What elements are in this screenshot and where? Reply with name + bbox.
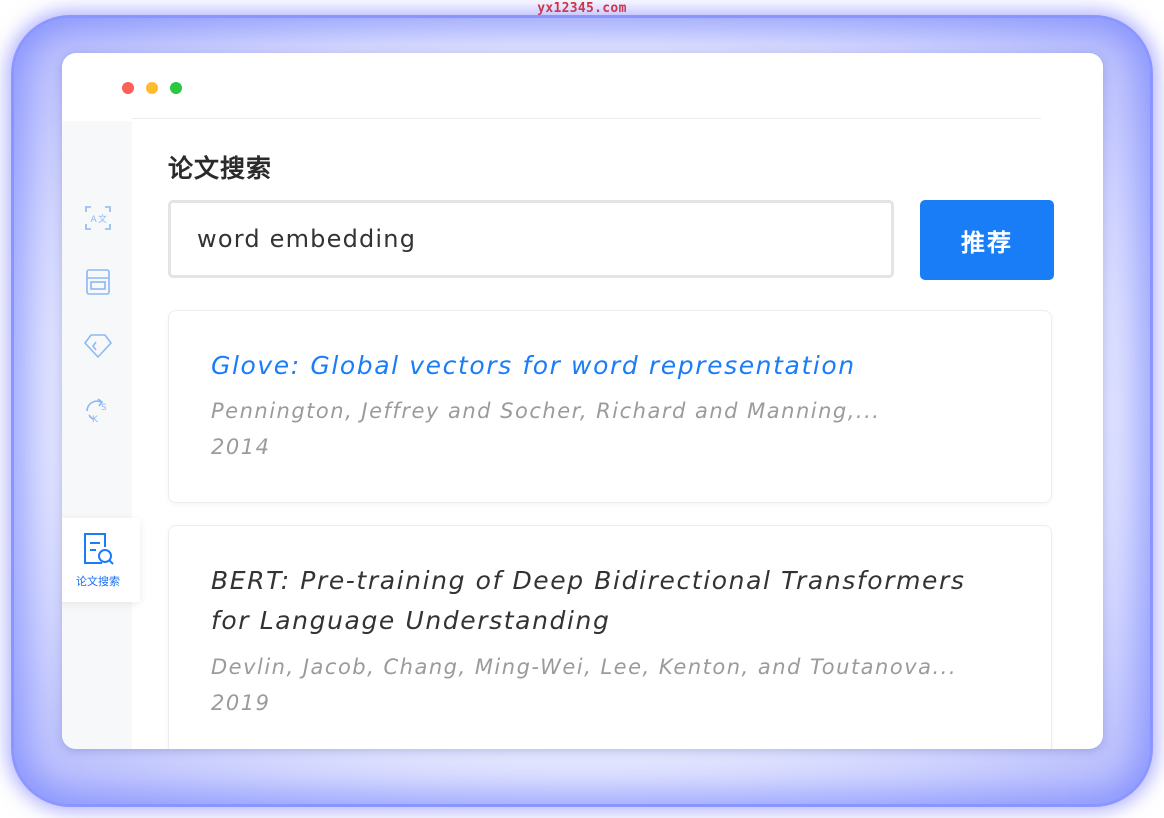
- minimize-window-button[interactable]: [146, 82, 158, 94]
- document-icon: [86, 269, 110, 295]
- svg-text:A: A: [91, 215, 98, 225]
- page-title: 论文搜索: [168, 155, 273, 183]
- sidebar-item-label: 论文搜索: [76, 576, 120, 588]
- svg-text:K: K: [92, 415, 99, 425]
- sidebar-item-sync[interactable]: S K: [82, 394, 114, 426]
- svg-text:文: 文: [98, 213, 107, 225]
- result-authors: Pennington, Jeffrey and Socher, Richard …: [211, 399, 881, 423]
- result-card[interactable]: Glove: Global vectors for word represent…: [168, 310, 1052, 503]
- paper-search-icon: [84, 533, 114, 565]
- result-card[interactable]: BERT: Pre-training of Deep Bidirectional…: [168, 525, 1052, 749]
- recommend-button[interactable]: 推荐: [920, 200, 1054, 280]
- sync-icon: S K: [86, 398, 107, 425]
- translate-icon: A 文: [85, 206, 111, 230]
- result-title-link[interactable]: Glove: Global vectors for word represent…: [211, 346, 1051, 386]
- sidebar-item-document[interactable]: [82, 266, 114, 298]
- window-controls: [122, 82, 182, 94]
- sidebar: A 文 S K 论文搜索: [62, 121, 140, 749]
- code-tag-icon: [83, 334, 113, 359]
- close-window-button[interactable]: [122, 82, 134, 94]
- sidebar-item-translate[interactable]: A 文: [82, 202, 114, 234]
- sidebar-item-code[interactable]: [82, 330, 114, 362]
- sidebar-item-paper-search[interactable]: 论文搜索: [62, 518, 140, 602]
- result-year: 2014: [211, 435, 271, 459]
- titlebar-divider: [132, 118, 1041, 119]
- result-title[interactable]: for Language Understanding: [211, 601, 1051, 641]
- svg-text:S: S: [101, 403, 107, 413]
- maximize-window-button[interactable]: [170, 82, 182, 94]
- result-year: 2019: [211, 691, 271, 715]
- watermark: yx12345.com: [537, 1, 627, 16]
- result-authors: Devlin, Jacob, Chang, Ming-Wei, Lee, Ken…: [211, 655, 958, 679]
- app-window: A 文 S K 论文搜索 论文搜索 word embedding 推荐 Glov…: [62, 53, 1103, 749]
- result-title[interactable]: BERT: Pre-training of Deep Bidirectional…: [211, 561, 1051, 601]
- search-input[interactable]: [168, 200, 894, 278]
